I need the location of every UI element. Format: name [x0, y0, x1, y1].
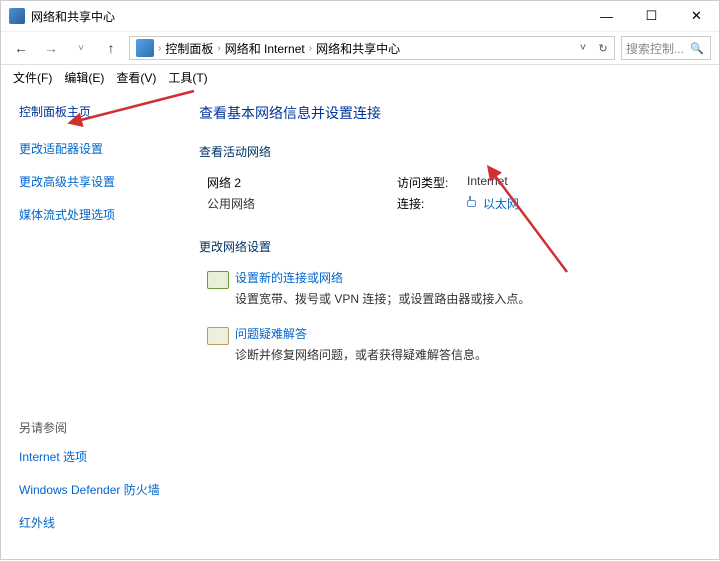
search-placeholder: 搜索控制...: [626, 40, 684, 57]
active-network-row: 网络 2 公用网络 访问类型: Internet 连接: 以太网: [207, 174, 703, 216]
sidebar: 控制面板主页 更改适配器设置 更改高级共享设置 媒体流式处理选项 另请参阅 In…: [1, 89, 191, 561]
new-connection-icon: [207, 271, 229, 289]
sidebar-defender-firewall[interactable]: Windows Defender 防火墙: [19, 481, 173, 498]
window-controls: — ☐ ✕: [584, 1, 719, 31]
window-title: 网络和共享中心: [31, 8, 584, 25]
control-panel-icon: [136, 39, 154, 57]
minimize-button[interactable]: —: [584, 1, 629, 31]
troubleshoot-desc: 诊断并修复网络问题，或者获得疑难解答信息。: [235, 346, 487, 363]
new-connection-link[interactable]: 设置新的连接或网络: [235, 269, 530, 286]
maximize-button[interactable]: ☐: [629, 1, 674, 31]
connection-label: 连接:: [397, 195, 467, 212]
back-button[interactable]: ←: [9, 36, 33, 60]
option-new-connection: 设置新的连接或网络 设置宽带、拨号或 VPN 连接；或设置路由器或接入点。: [207, 269, 703, 307]
forward-button[interactable]: →: [39, 36, 63, 60]
navbar: ← → ˅ ↑ › 控制面板 › 网络和 Internet › 网络和共享中心 …: [1, 31, 719, 65]
new-connection-desc: 设置宽带、拨号或 VPN 连接；或设置路由器或接入点。: [235, 290, 530, 307]
menu-tools[interactable]: 工具(T): [164, 69, 211, 86]
network-name: 网络 2: [207, 174, 397, 191]
page-heading: 查看基本网络信息并设置连接: [199, 103, 703, 123]
app-icon: [9, 8, 25, 24]
menu-view[interactable]: 查看(V): [112, 69, 160, 86]
search-icon: 🔍: [690, 42, 704, 55]
titlebar: 网络和共享中心 — ☐ ✕: [1, 1, 719, 31]
breadcrumb[interactable]: › 控制面板 › 网络和 Internet › 网络和共享中心 ˅ ↻: [129, 36, 615, 60]
sidebar-internet-options[interactable]: Internet 选项: [19, 448, 173, 465]
main-panel: 查看基本网络信息并设置连接 查看活动网络 网络 2 公用网络 访问类型: Int…: [191, 89, 719, 561]
access-type-label: 访问类型:: [397, 174, 467, 191]
sidebar-seealso-heading: 另请参阅: [19, 419, 173, 436]
breadcrumb-mid[interactable]: 网络和 Internet: [225, 40, 305, 57]
troubleshoot-icon: [207, 327, 229, 345]
network-type: 公用网络: [207, 195, 397, 212]
troubleshoot-link[interactable]: 问题疑难解答: [235, 325, 487, 342]
chevron-right-icon: ›: [217, 43, 220, 54]
sidebar-home[interactable]: 控制面板主页: [19, 103, 173, 120]
breadcrumb-root[interactable]: 控制面板: [165, 40, 213, 57]
menubar: 文件(F) 编辑(E) 查看(V) 工具(T): [1, 65, 719, 89]
menu-file[interactable]: 文件(F): [9, 69, 56, 86]
ethernet-icon: [467, 196, 479, 208]
active-networks-heading: 查看活动网络: [199, 143, 703, 160]
content-body: 控制面板主页 更改适配器设置 更改高级共享设置 媒体流式处理选项 另请参阅 In…: [1, 89, 719, 561]
sidebar-infrared[interactable]: 红外线: [19, 514, 173, 531]
change-settings-heading: 更改网络设置: [199, 238, 703, 255]
history-dropdown[interactable]: ˅: [574, 42, 592, 55]
sidebar-advanced-sharing[interactable]: 更改高级共享设置: [19, 173, 173, 190]
search-input[interactable]: 搜索控制... 🔍: [621, 36, 711, 60]
up-button[interactable]: ↑: [99, 36, 123, 60]
access-type-value: Internet: [467, 174, 508, 191]
close-button[interactable]: ✕: [674, 1, 719, 31]
sidebar-media-streaming[interactable]: 媒体流式处理选项: [19, 206, 173, 223]
chevron-right-icon: ›: [158, 43, 161, 54]
option-troubleshoot: 问题疑难解答 诊断并修复网络问题，或者获得疑难解答信息。: [207, 325, 703, 363]
refresh-button[interactable]: ↻: [594, 42, 612, 55]
chevron-right-icon: ›: [309, 43, 312, 54]
recent-dropdown[interactable]: ˅: [69, 36, 93, 60]
sidebar-adapter-settings[interactable]: 更改适配器设置: [19, 140, 173, 157]
breadcrumb-leaf[interactable]: 网络和共享中心: [316, 40, 400, 57]
menu-edit[interactable]: 编辑(E): [60, 69, 108, 86]
connection-link[interactable]: 以太网: [467, 195, 519, 212]
connection-value: 以太网: [483, 197, 519, 211]
